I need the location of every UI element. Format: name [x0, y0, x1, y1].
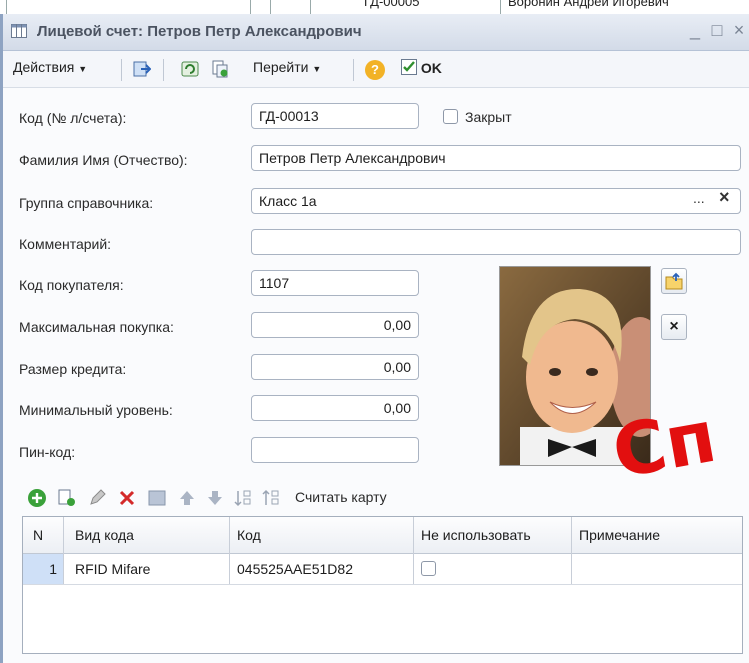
grid-separator: [6, 0, 7, 14]
help-icon[interactable]: ?: [365, 60, 385, 80]
column-header-unused[interactable]: Не использовать: [421, 527, 531, 543]
column-header-code-type[interactable]: Вид кода: [75, 527, 134, 543]
group-select-button[interactable]: ...: [693, 190, 705, 206]
chevron-down-icon: ▼: [78, 64, 88, 74]
copy-row-icon[interactable]: [57, 488, 77, 508]
table-icon: [11, 24, 27, 38]
maximize-button[interactable]: □: [707, 20, 727, 41]
closed-checkbox[interactable]: [443, 109, 458, 124]
code-type-cell[interactable]: RFID Mifare: [75, 561, 150, 577]
column-header-code[interactable]: Код: [237, 527, 261, 543]
move-up-icon[interactable]: [177, 488, 197, 508]
toolbar-separator: [121, 59, 122, 81]
account-code-field[interactable]: ГД-00013: [251, 103, 419, 129]
add-icon[interactable]: [27, 488, 47, 508]
ok-button[interactable]: OK: [401, 59, 442, 76]
min-level-field[interactable]: 0,00: [251, 395, 419, 421]
codes-table: N Вид кода Код Не использовать Примечани…: [22, 516, 743, 654]
unused-checkbox[interactable]: [421, 561, 436, 576]
group-label: Группа справочника:: [19, 195, 154, 211]
sort-ascending-icon[interactable]: [233, 488, 253, 508]
goto-menu[interactable]: Перейти ▼: [253, 59, 321, 75]
table-header: N Вид кода Код Не использовать Примечани…: [23, 517, 742, 554]
minimize-button[interactable]: _: [685, 20, 705, 41]
goto-menu-label: Перейти: [253, 59, 309, 75]
group-value: Класс 1а: [259, 193, 317, 209]
grid-separator: [250, 0, 251, 14]
code-cell[interactable]: 045525AAE51D82: [237, 561, 353, 577]
delete-icon[interactable]: [117, 488, 137, 508]
credit-label: Размер кредита:: [19, 361, 127, 377]
background-row-code: ГД-00005: [364, 0, 420, 9]
folder-upload-icon: [665, 272, 683, 290]
main-toolbar: Действия ▼ Перейти ▼ ? OK: [3, 51, 749, 88]
read-card-button[interactable]: Считать карту: [295, 489, 387, 505]
move-down-icon[interactable]: [205, 488, 225, 508]
fio-field[interactable]: Петров Петр Александрович: [251, 145, 741, 171]
buyer-code-label: Код покупателя:: [19, 277, 124, 293]
toolbar-separator: [163, 59, 164, 81]
row-number: 1: [49, 561, 57, 577]
min-level-label: Минимальный уровень:: [19, 402, 173, 418]
actions-menu[interactable]: Действия ▼: [13, 59, 87, 75]
credit-field[interactable]: 0,00: [251, 354, 419, 380]
upload-photo-button[interactable]: [661, 268, 687, 294]
comment-field[interactable]: [251, 229, 741, 255]
closed-label: Закрыт: [465, 109, 512, 125]
refresh-icon[interactable]: [181, 60, 199, 78]
sort-descending-icon[interactable]: [261, 488, 281, 508]
clear-photo-button[interactable]: ×: [661, 314, 687, 340]
grid-separator: [270, 0, 271, 14]
group-field[interactable]: Класс 1а: [251, 188, 741, 214]
ok-check-icon: [401, 59, 417, 75]
table-row[interactable]: 1 RFID Mifare 045525AAE51D82: [23, 554, 742, 585]
fio-label: Фамилия Имя (Отчество):: [19, 152, 188, 168]
grid-separator: [310, 0, 311, 14]
copy-document-icon[interactable]: [211, 60, 229, 78]
grid-separator: [500, 0, 501, 14]
overlay-red-text: Сп: [606, 393, 723, 495]
code-label: Код (№ л/счета):: [19, 110, 127, 126]
comment-label: Комментарий:: [19, 236, 112, 252]
column-header-n[interactable]: N: [33, 527, 43, 543]
save-and-close-icon[interactable]: [133, 60, 151, 78]
title-bar: Лицевой счет: Петров Петр Александрович …: [3, 14, 749, 51]
close-button[interactable]: ×: [729, 20, 749, 41]
row-number-cell: 1: [23, 554, 63, 584]
max-purchase-field[interactable]: 0,00: [251, 312, 419, 338]
account-window: Лицевой счет: Петров Петр Александрович …: [0, 14, 749, 663]
pin-field[interactable]: [251, 437, 419, 463]
actions-menu-label: Действия: [13, 59, 75, 75]
window-title: Лицевой счет: Петров Петр Александрович: [37, 23, 362, 40]
pin-label: Пин-код:: [19, 444, 76, 460]
chevron-down-icon: ▼: [312, 64, 322, 74]
background-list-row: ГД-00005 Воронин Андрей Игоревич: [0, 0, 749, 15]
edit-pencil-icon[interactable]: [87, 488, 107, 508]
ok-button-label: OK: [420, 60, 442, 76]
background-row-name: Воронин Андрей Игоревич: [508, 0, 669, 9]
toolbar-separator: [353, 59, 354, 81]
group-clear-icon[interactable]: ×: [719, 187, 730, 208]
buyer-code-field[interactable]: 1107: [251, 270, 419, 296]
column-header-note[interactable]: Примечание: [579, 527, 660, 543]
max-purchase-label: Максимальная покупка:: [19, 319, 174, 335]
end-edit-icon[interactable]: [147, 488, 167, 508]
